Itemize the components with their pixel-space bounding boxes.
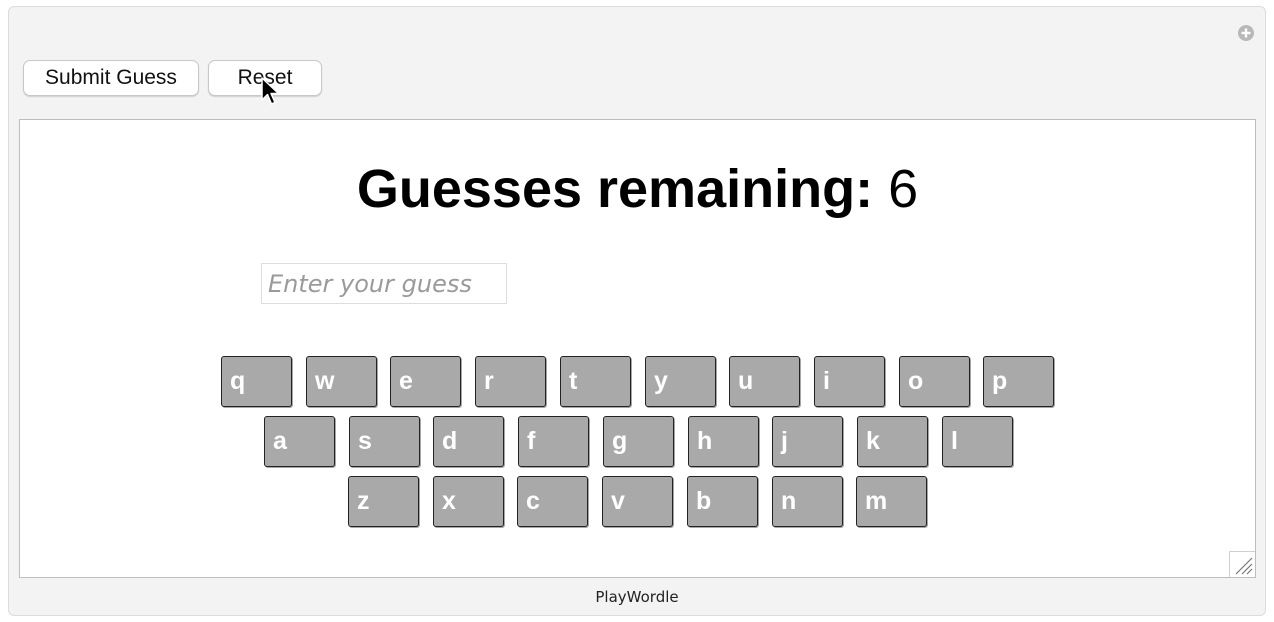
key-v[interactable]: v xyxy=(602,476,673,527)
key-g[interactable]: g xyxy=(603,416,674,467)
plus-circle-icon[interactable] xyxy=(1237,24,1255,42)
key-k[interactable]: k xyxy=(857,416,928,467)
key-m[interactable]: m xyxy=(856,476,927,527)
resize-grip-icon[interactable] xyxy=(1229,551,1255,577)
key-b[interactable]: b xyxy=(687,476,758,527)
guess-input[interactable] xyxy=(261,263,507,304)
reset-button[interactable]: Reset xyxy=(208,60,322,96)
key-z[interactable]: z xyxy=(348,476,419,527)
game-canvas: Guesses remaining: 6 qwertyuiop asdfghjkl… xyxy=(19,119,1256,578)
key-t[interactable]: t xyxy=(560,356,631,407)
key-o[interactable]: o xyxy=(899,356,970,407)
key-r[interactable]: r xyxy=(475,356,546,407)
key-i[interactable]: i xyxy=(814,356,885,407)
guesses-remaining-label: Guesses remaining: xyxy=(356,159,874,219)
key-f[interactable]: f xyxy=(518,416,589,467)
key-u[interactable]: u xyxy=(729,356,800,407)
key-y[interactable]: y xyxy=(645,356,716,407)
key-a[interactable]: a xyxy=(264,416,335,467)
guesses-remaining-count: 6 xyxy=(888,159,919,219)
key-q[interactable]: q xyxy=(221,356,292,407)
key-x[interactable]: x xyxy=(433,476,504,527)
key-e[interactable]: e xyxy=(390,356,461,407)
key-c[interactable]: c xyxy=(517,476,588,527)
key-w[interactable]: w xyxy=(306,356,377,407)
key-l[interactable]: l xyxy=(942,416,1013,467)
submit-guess-button[interactable]: Submit Guess xyxy=(23,60,199,96)
key-j[interactable]: j xyxy=(772,416,843,467)
key-s[interactable]: s xyxy=(349,416,420,467)
key-n[interactable]: n xyxy=(772,476,843,527)
key-h[interactable]: h xyxy=(688,416,759,467)
app-panel: Submit Guess Reset Guesses remaining: 6 … xyxy=(8,6,1266,616)
guesses-remaining-heading: Guesses remaining: 6 xyxy=(20,158,1255,220)
key-d[interactable]: d xyxy=(433,416,504,467)
footer-caption: PlayWordle xyxy=(595,588,679,606)
key-p[interactable]: p xyxy=(983,356,1054,407)
